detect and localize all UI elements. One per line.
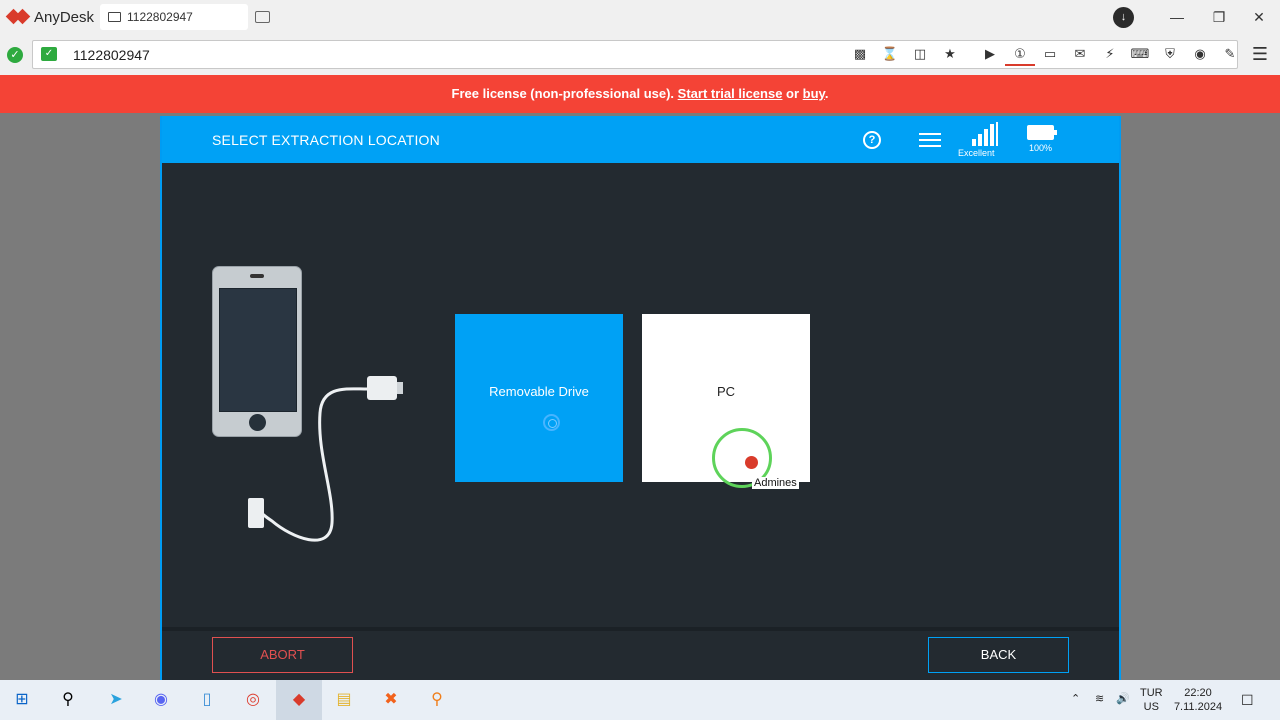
remote-cursor-label: Admines xyxy=(752,477,799,489)
back-button[interactable]: BACK xyxy=(928,637,1069,673)
monitor-icon xyxy=(108,12,121,22)
signal-label: Excellent xyxy=(958,148,995,158)
language-indicator[interactable]: TUR US xyxy=(1140,686,1163,714)
phone-screen xyxy=(219,288,297,412)
lightning-connector-icon xyxy=(248,498,264,528)
keyboard-icon[interactable]: ⌨ xyxy=(1125,42,1155,66)
permissions-shield-icon[interactable]: ⛨ xyxy=(1155,42,1185,66)
display-settings-icon[interactable]: ▩ xyxy=(845,42,875,66)
license-banner: Free license (non-professional use). Sta… xyxy=(0,75,1280,113)
help-icon[interactable]: ? xyxy=(863,131,881,149)
removable-drive-label: Removable Drive xyxy=(489,384,589,399)
system-clock[interactable]: 22:20 7.11.2024 xyxy=(1170,686,1226,714)
usb-connector-icon xyxy=(367,376,403,400)
start-trial-link[interactable]: Start trial license xyxy=(678,86,783,101)
anydesk-taskbar-icon[interactable]: ◆ xyxy=(285,686,313,714)
discord-icon[interactable]: ◉ xyxy=(147,686,175,714)
removable-drive-option[interactable]: Removable Drive xyxy=(455,314,623,482)
windows-taskbar: ⊞ ⚲ ➤ ◉ ▯ ◎ ◆ ▤ ✖ ⚲ ⌃ ≋ 🔊 TUR US 22:20 7… xyxy=(0,680,1280,720)
monitor-select-icon[interactable]: ① xyxy=(1005,42,1035,66)
connection-status-icon: ✓ xyxy=(7,47,23,63)
star-icon[interactable]: ★ xyxy=(935,42,965,66)
remote-cursor-dot xyxy=(745,456,758,469)
minimize-button[interactable]: — xyxy=(1162,4,1192,30)
anydesk-logo-icon xyxy=(5,7,31,27)
banner-text: Free license (non-professional use). xyxy=(451,86,678,101)
battery-label: 100% xyxy=(1029,143,1053,153)
database-icon[interactable]: ◫ xyxy=(905,42,935,66)
loading-spinner-icon xyxy=(543,414,560,431)
volume-icon[interactable]: 🔊 xyxy=(1116,692,1130,705)
clock-time: 22:20 xyxy=(1184,687,1212,699)
show-hidden-icons-icon[interactable]: ⌃ xyxy=(1071,692,1080,705)
wifi-icon[interactable]: ≋ xyxy=(1095,692,1104,705)
record-icon[interactable]: ◉ xyxy=(1185,42,1215,66)
clock-date: 7.11.2024 xyxy=(1173,701,1223,713)
app-content: Removable Drive PC xyxy=(162,163,1119,627)
signal-strength-icon xyxy=(972,122,998,146)
session-tab-label: 1122802947 xyxy=(127,10,193,24)
chat-icon[interactable]: ✉ xyxy=(1065,42,1095,66)
session-tab[interactable]: 1122802947 xyxy=(100,4,248,30)
app-header: SELECT EXTRACTION LOCATION ? Excellent 1… xyxy=(162,116,1119,163)
abort-button[interactable]: ABORT xyxy=(212,637,353,673)
notifications-icon[interactable]: ☐ xyxy=(1241,692,1254,709)
screen-icon[interactable]: ▭ xyxy=(1035,42,1065,66)
app-footer: ABORT BACK xyxy=(162,631,1119,680)
hourglass-icon[interactable]: ⌛ xyxy=(875,42,905,66)
hamburger-menu-icon[interactable]: ☰ xyxy=(1249,44,1271,64)
restore-button[interactable]: ❐ xyxy=(1204,4,1234,30)
app-name: AnyDesk xyxy=(34,8,95,26)
new-session-icon[interactable] xyxy=(255,11,270,23)
language-code: TUR xyxy=(1140,687,1163,699)
actions-lightning-icon[interactable]: ⚡ xyxy=(1095,42,1125,66)
app-icon[interactable]: ▯ xyxy=(193,686,221,714)
close-button[interactable]: ✕ xyxy=(1244,4,1274,30)
file-transfer-icon[interactable]: ▶ xyxy=(975,42,1005,66)
remote-app-window: SELECT EXTRACTION LOCATION ? Excellent 1… xyxy=(160,116,1121,680)
anydesk-logo: AnyDesk xyxy=(5,0,95,34)
phone-illustration xyxy=(212,266,302,437)
start-button-icon[interactable]: ⊞ xyxy=(8,686,36,714)
banner-or: or xyxy=(782,86,803,101)
address-value: 1122802947 xyxy=(73,47,150,63)
app-menu-icon[interactable] xyxy=(919,133,941,148)
buy-link[interactable]: buy xyxy=(803,86,825,101)
search-tool-icon[interactable]: ⚲ xyxy=(423,686,451,714)
chrome-icon[interactable]: ◎ xyxy=(239,686,267,714)
session-toolbar: ▩ ⌛ ◫ ★ ▶ ① ▭ ✉ ⚡ ⌨ ⛨ ◉ ✎ xyxy=(845,42,1245,66)
banner-suffix: . xyxy=(824,86,829,101)
desktop-icon: ✓ xyxy=(41,47,57,61)
battery-icon xyxy=(1027,125,1057,140)
whiteboard-pen-icon[interactable]: ✎ xyxy=(1215,42,1245,66)
search-icon[interactable]: ⚲ xyxy=(54,686,82,714)
address-bar: ✓ ✓ 1122802947 ▩ ⌛ ◫ ★ ▶ ① ▭ ✉ ⚡ ⌨ ⛨ ◉ ✎… xyxy=(0,34,1280,75)
window-titlebar: AnyDesk 1122802947 ↓ — ❐ ✕ xyxy=(0,0,1280,34)
file-explorer-icon[interactable]: ▤ xyxy=(330,686,358,714)
pc-label: PC xyxy=(716,384,736,399)
phone-home-button xyxy=(249,414,266,431)
page-title: SELECT EXTRACTION LOCATION xyxy=(212,132,440,148)
download-icon[interactable]: ↓ xyxy=(1113,7,1134,28)
keyboard-layout: US xyxy=(1143,701,1159,713)
telegram-icon[interactable]: ➤ xyxy=(102,686,130,714)
phone-speaker xyxy=(250,274,264,278)
app-tool-icon[interactable]: ✖ xyxy=(377,686,405,714)
